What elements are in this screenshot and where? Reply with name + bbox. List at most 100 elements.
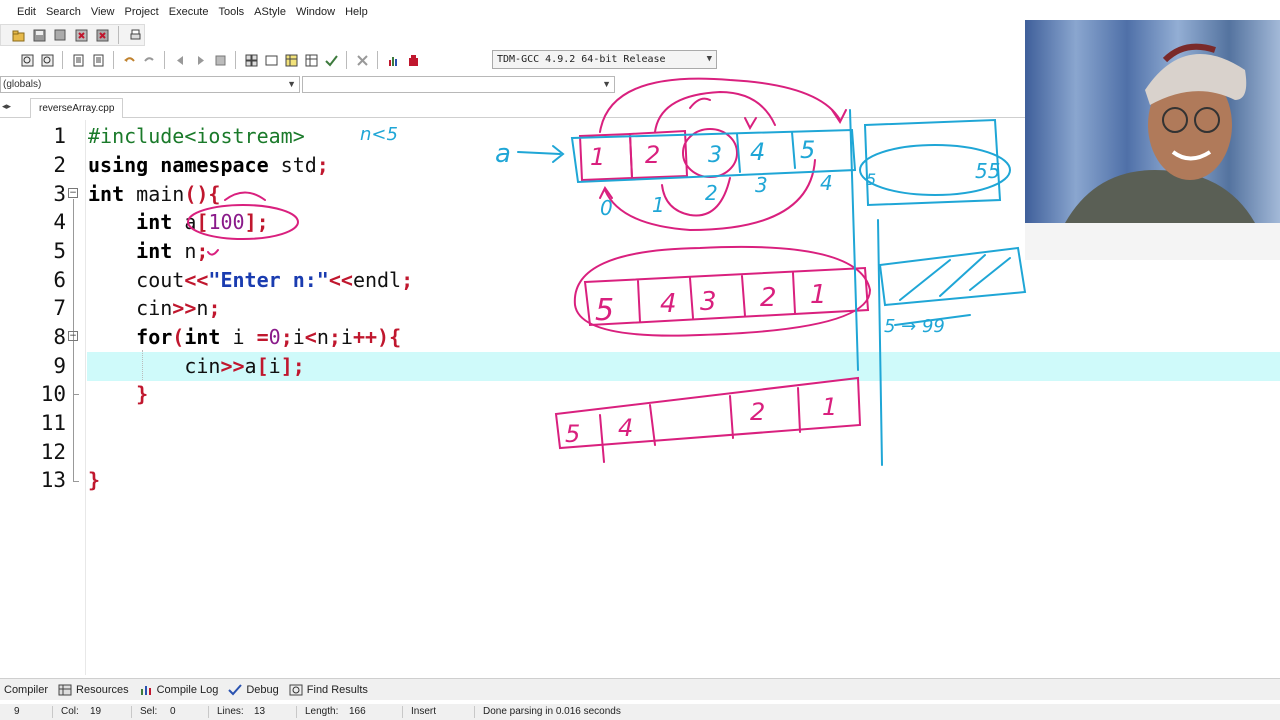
presenter-photo: [1025, 20, 1280, 223]
tab-debug[interactable]: Debug: [228, 683, 279, 696]
compile-run-icon[interactable]: [282, 51, 300, 69]
menu-view[interactable]: View: [86, 0, 120, 24]
fold-guide: [73, 481, 79, 482]
line-number: 9: [53, 354, 66, 378]
chevron-down-icon: ▼: [706, 54, 712, 64]
stop-icon[interactable]: [353, 51, 371, 69]
rebuild-icon[interactable]: [302, 51, 320, 69]
tab-reverse-array[interactable]: reverseArray.cpp: [30, 98, 124, 118]
tab-compile-log[interactable]: Compile Log: [139, 683, 219, 696]
replace-icon[interactable]: [38, 51, 56, 69]
find-icon: [289, 684, 303, 695]
delete-profile-icon[interactable]: [404, 51, 422, 69]
status-lines-label: Lines:: [217, 706, 244, 717]
line-number: 5: [53, 239, 66, 263]
check-icon: [228, 683, 243, 695]
code-line-9: cin>>a[i];: [88, 352, 304, 380]
code-token: [: [256, 354, 269, 378]
forward-icon[interactable]: [191, 51, 209, 69]
code-token: i: [340, 325, 353, 349]
code-token: ++){: [352, 325, 402, 349]
menu-execute[interactable]: Execute: [164, 0, 214, 24]
tab-find-results[interactable]: Find Results: [289, 684, 368, 696]
code-token: i: [220, 325, 257, 349]
status-divider: [52, 706, 53, 718]
code-token: ;: [316, 153, 329, 177]
open-icon[interactable]: [9, 26, 27, 44]
code-token: [: [196, 210, 209, 234]
webcam-bottom-margin: [1025, 223, 1280, 260]
webcam-top-margin: [1025, 0, 1280, 20]
fold-toggle-icon[interactable]: −: [68, 188, 78, 198]
code-line-3: int main(){: [88, 180, 220, 208]
status-line-value: 9: [14, 706, 20, 717]
toolbar-divider: [377, 51, 378, 69]
compiler-select[interactable]: TDM-GCC 4.9.2 64-bit Release ▼: [492, 50, 717, 69]
code-token: ;: [196, 239, 209, 263]
code-token: int: [88, 182, 125, 206]
line-number: 1: [53, 124, 66, 148]
status-sel-label: Sel:: [140, 706, 158, 717]
profile-icon[interactable]: [384, 51, 402, 69]
code-token: n: [196, 296, 209, 320]
code-token: (){: [184, 182, 221, 206]
code-token: >>: [220, 354, 245, 378]
line-number: 2: [53, 153, 66, 177]
tab-compile-log-label: Compile Log: [156, 683, 219, 696]
close-file-icon[interactable]: [72, 26, 90, 44]
chart-icon: [140, 685, 151, 695]
line-number-gutter: 1 2 3 4 5 6 7 8 9 10 11 12 13 − −: [0, 120, 86, 675]
code-line-5: int n;: [88, 237, 208, 265]
unindent-icon[interactable]: [89, 51, 107, 69]
menu-help[interactable]: Help: [340, 0, 373, 24]
menu-window[interactable]: Window: [291, 0, 340, 24]
back-icon[interactable]: [171, 51, 189, 69]
tab-scroll-icon[interactable]: ◂▸: [2, 101, 11, 112]
save-all-icon[interactable]: [51, 26, 69, 44]
menu-project[interactable]: Project: [119, 0, 163, 24]
menu-search[interactable]: Search: [41, 0, 86, 24]
redo-icon[interactable]: [140, 51, 158, 69]
code-token: n: [172, 239, 197, 263]
tab-resources[interactable]: Resources: [58, 684, 129, 696]
toolbar-divider: [346, 51, 347, 69]
menu-astyle[interactable]: AStyle: [249, 0, 291, 24]
code-token: cout: [88, 268, 185, 292]
code-line-2: using namespace std;: [88, 151, 329, 179]
code-token: int: [88, 210, 173, 234]
bookmark-icon[interactable]: [211, 51, 229, 69]
tab-compiler[interactable]: Compiler: [4, 684, 48, 696]
run-icon[interactable]: [262, 51, 280, 69]
find-icon[interactable]: [18, 51, 36, 69]
status-lines-value: 13: [254, 706, 266, 717]
status-col-value: 19: [90, 706, 102, 717]
close-all-icon[interactable]: [93, 26, 111, 44]
indent-icon[interactable]: [69, 51, 87, 69]
code-token: }: [88, 468, 101, 492]
toolbar-divider: [164, 51, 165, 69]
print-icon[interactable]: [126, 26, 144, 44]
function-select[interactable]: ▼: [302, 76, 615, 93]
status-length-label: Length:: [305, 706, 339, 717]
menu-edit[interactable]: Edit: [12, 0, 41, 24]
status-message: Done parsing in 0.016 seconds: [483, 706, 621, 717]
chevron-down-icon: ▼: [602, 79, 611, 89]
status-sel-value: 0: [170, 706, 176, 717]
menu-tools[interactable]: Tools: [213, 0, 249, 24]
class-select[interactable]: (globals) ▼: [0, 76, 300, 93]
line-number: 4: [53, 210, 66, 234]
save-icon[interactable]: [30, 26, 48, 44]
toolbar-divider: [235, 51, 236, 69]
toolbar-divider: [62, 51, 63, 69]
tab-debug-label: Debug: [246, 683, 279, 696]
compiler-select-value: TDM-GCC 4.9.2 64-bit Release: [497, 54, 666, 65]
compile-icon[interactable]: [242, 51, 260, 69]
code-token: <<: [328, 268, 353, 292]
undo-icon[interactable]: [120, 51, 138, 69]
check-icon[interactable]: [322, 51, 340, 69]
code-token: ;: [280, 325, 293, 349]
grid-icon: [58, 684, 72, 695]
code-token: main: [124, 182, 185, 206]
code-token: n: [316, 325, 329, 349]
fold-toggle-icon[interactable]: −: [68, 331, 78, 341]
